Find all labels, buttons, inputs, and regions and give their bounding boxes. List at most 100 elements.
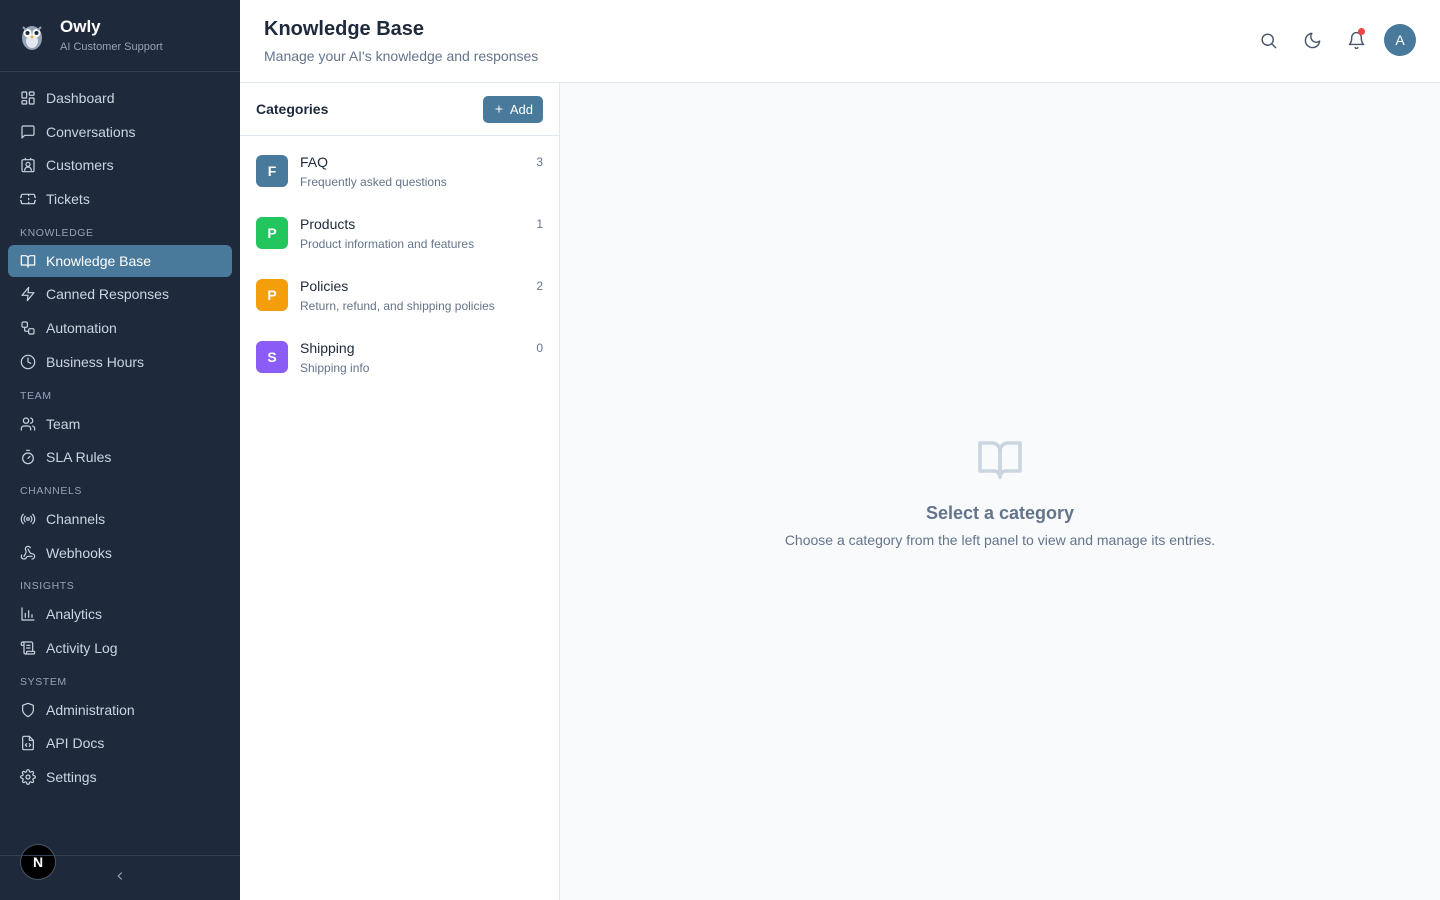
contact-icon xyxy=(20,157,36,173)
category-letter-badge: P xyxy=(256,279,288,311)
sidebar-item-customers[interactable]: Customers xyxy=(8,149,232,181)
category-item-shipping[interactable]: S Shipping Shipping info 0 xyxy=(240,330,559,392)
radio-icon xyxy=(20,511,36,527)
sidebar-item-label: Webhooks xyxy=(46,544,112,561)
sidebar-item-automation[interactable]: Automation xyxy=(8,312,232,344)
categories-title: Categories xyxy=(256,101,329,117)
workflow-icon xyxy=(20,320,36,336)
section-label-insights: INSIGHTS xyxy=(20,580,75,593)
sidebar-item-label: Knowledge Base xyxy=(46,252,152,269)
sidebar-item-conversations[interactable]: Conversations xyxy=(8,116,232,148)
add-button-label: Add xyxy=(509,101,533,117)
book-open-icon xyxy=(978,441,1022,479)
sidebar-item-business-hours[interactable]: Business Hours xyxy=(8,346,232,378)
avatar[interactable]: A xyxy=(1384,24,1416,56)
sidebar-item-label: Administration xyxy=(46,701,135,718)
plus-icon xyxy=(495,105,503,113)
category-list: F FAQ Frequently asked questions 3 P Pro… xyxy=(240,136,559,392)
brand-subtitle: AI Customer Support xyxy=(60,40,163,53)
sidebar-item-label: API Docs xyxy=(46,735,105,752)
category-item-products[interactable]: P Products Product information and featu… xyxy=(240,206,559,268)
category-letter-badge: F xyxy=(256,155,288,187)
sidebar-item-label: Tickets xyxy=(46,191,90,208)
timer-icon xyxy=(20,449,36,465)
clock-icon xyxy=(20,354,36,370)
category-name: Shipping xyxy=(300,340,355,356)
category-letter-badge: P xyxy=(256,217,288,249)
sidebar-nav: Dashboard Conversations Customers Ticket… xyxy=(0,72,240,793)
book-icon xyxy=(20,253,36,269)
bell-icon[interactable] xyxy=(1340,24,1372,56)
section-label-system: SYSTEM xyxy=(20,675,67,688)
add-category-button[interactable]: Add xyxy=(482,95,543,123)
sidebar-item-label: Customers xyxy=(46,157,114,174)
page-header: Knowledge Base Manage your AI's knowledg… xyxy=(240,0,1440,83)
sidebar-item-channels[interactable]: Channels xyxy=(8,503,232,535)
empty-state-title: Select a category xyxy=(925,503,1075,523)
sidebar-item-label: Team xyxy=(46,415,81,432)
sidebar-item-label: Settings xyxy=(46,769,97,785)
category-description: Frequently asked questions xyxy=(300,175,447,189)
sidebar-item-api-docs[interactable]: API Docs xyxy=(8,727,232,759)
page-title: Knowledge Base xyxy=(264,18,425,40)
sidebar-item-administration[interactable]: Administration xyxy=(8,694,232,726)
sidebar-item-knowledge-base[interactable]: Knowledge Base xyxy=(8,244,232,277)
section-label-channels: CHANNELS xyxy=(20,484,82,497)
sidebar-item-label: Conversations xyxy=(46,123,136,140)
users-icon xyxy=(20,416,36,432)
category-name: FAQ xyxy=(300,154,329,170)
categories-panel: Categories Add F FAQ Frequently asked qu… xyxy=(240,83,560,900)
category-count: 3 xyxy=(536,155,543,169)
brand[interactable]: Owly AI Customer Support xyxy=(0,0,240,72)
sidebar-item-label: Activity Log xyxy=(46,639,118,656)
sidebar-item-label: Automation xyxy=(46,320,117,337)
message-icon xyxy=(20,124,36,140)
sidebar-item-activity-log[interactable]: Activity Log xyxy=(8,632,232,664)
sidebar-item-dashboard[interactable]: Dashboard xyxy=(8,82,232,114)
empty-state-message: Choose a category from the left panel to… xyxy=(784,532,1216,548)
category-item-faq[interactable]: F FAQ Frequently asked questions 3 xyxy=(240,144,559,206)
sidebar-item-label: SLA Rules xyxy=(46,449,112,466)
gear-icon xyxy=(20,769,36,785)
category-count: 2 xyxy=(536,279,543,293)
zap-icon xyxy=(20,286,36,302)
category-description: Return, refund, and shipping policies xyxy=(300,299,495,313)
sidebar-item-analytics[interactable]: Analytics xyxy=(8,598,232,630)
section-label-knowledge: KNOWLEDGE xyxy=(20,226,94,239)
main-content: Select a category Choose a category from… xyxy=(560,83,1440,900)
search-icon[interactable] xyxy=(1252,24,1284,56)
sidebar-item-webhooks[interactable]: Webhooks xyxy=(8,537,232,569)
sidebar: Owly AI Customer Support Dashboard Conve… xyxy=(0,0,240,900)
owl-logo-icon xyxy=(20,21,44,51)
category-description: Shipping info xyxy=(300,361,370,375)
categories-header: Categories Add xyxy=(240,83,559,136)
empty-state: Select a category Choose a category from… xyxy=(560,435,1440,548)
category-letter-badge: S xyxy=(256,341,288,373)
category-count: 0 xyxy=(536,341,543,355)
category-description: Product information and features xyxy=(300,237,475,251)
category-count: 1 xyxy=(536,217,543,231)
category-name: Policies xyxy=(300,278,349,294)
brand-name: Owly xyxy=(60,16,101,36)
category-name: Products xyxy=(300,216,356,232)
page-subtitle: Manage your AI's knowledge and responses xyxy=(264,48,539,64)
sidebar-item-label: Dashboard xyxy=(46,90,115,106)
notification-dot xyxy=(1358,28,1365,35)
section-label-team: TEAM xyxy=(20,389,52,402)
sidebar-item-canned-responses[interactable]: Canned Responses xyxy=(8,278,232,310)
moon-icon[interactable] xyxy=(1296,24,1328,56)
sidebar-item-settings[interactable]: Settings xyxy=(8,761,232,793)
sidebar-item-label: Canned Responses xyxy=(46,286,169,303)
sidebar-item-team[interactable]: Team xyxy=(8,408,232,440)
ticket-icon xyxy=(20,191,36,207)
sidebar-item-label: Business Hours xyxy=(46,353,145,370)
header-actions: A xyxy=(1240,24,1416,56)
category-item-policies[interactable]: P Policies Return, refund, and shipping … xyxy=(240,268,559,330)
sidebar-footer xyxy=(0,855,240,900)
chevron-left-icon[interactable] xyxy=(113,869,127,888)
sidebar-item-sla-rules[interactable]: SLA Rules xyxy=(8,441,232,473)
sidebar-item-tickets[interactable]: Tickets xyxy=(8,183,232,215)
bar-chart-icon xyxy=(20,606,36,622)
sidebar-item-label: Analytics xyxy=(46,606,103,623)
scroll-icon xyxy=(20,640,36,656)
